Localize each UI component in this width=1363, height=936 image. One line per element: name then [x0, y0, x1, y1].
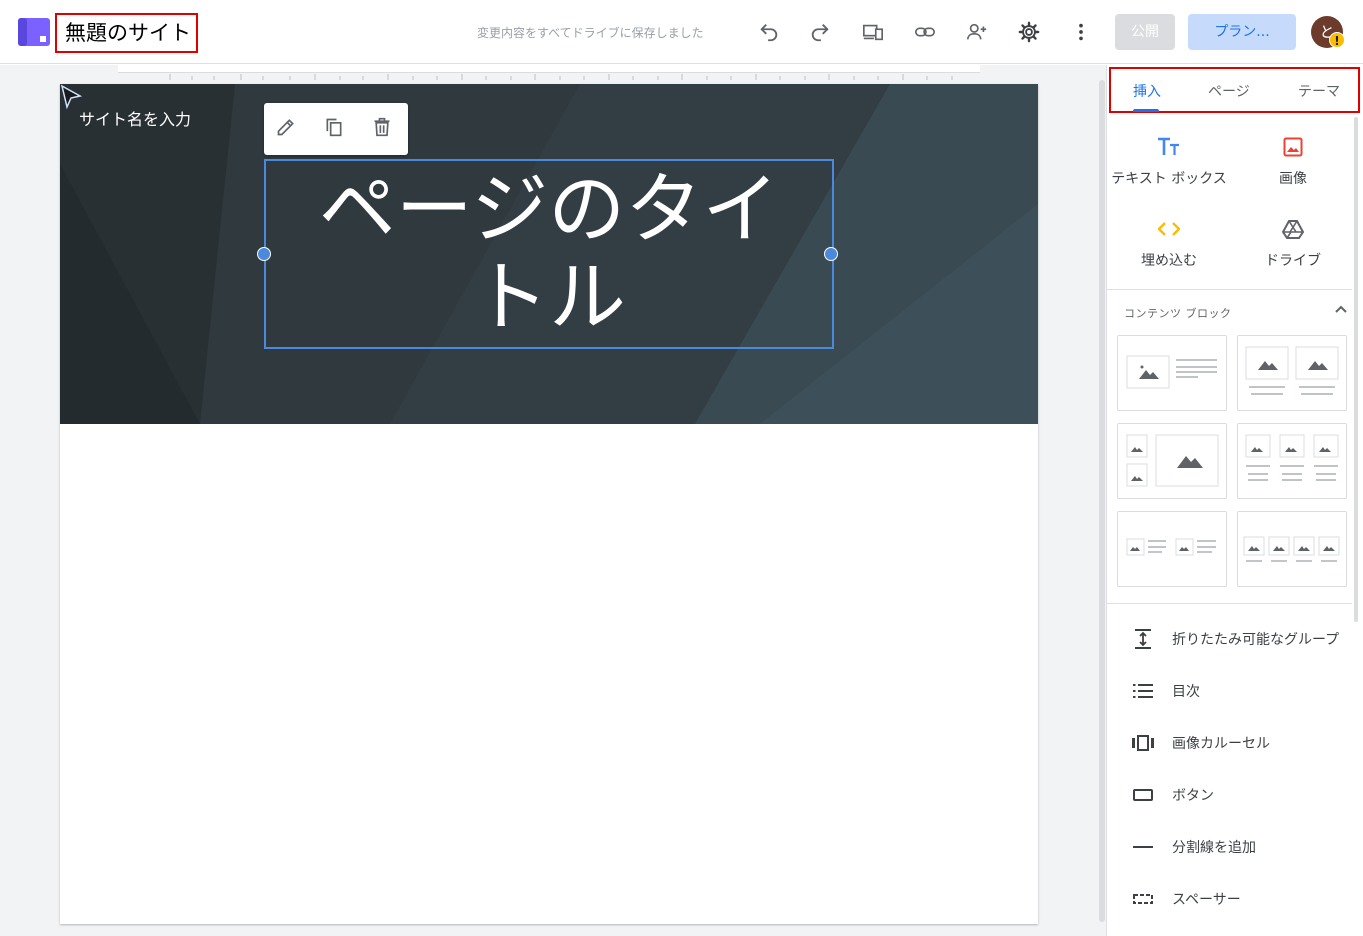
- insert-image-carousel[interactable]: 画像カルーセル: [1107, 717, 1352, 769]
- collapsible-group-icon: [1131, 627, 1155, 651]
- insert-image[interactable]: 画像: [1231, 135, 1355, 199]
- tab-themes[interactable]: テーマ: [1298, 81, 1340, 101]
- insert-drive-label: ドライブ: [1265, 253, 1321, 269]
- mouse-cursor-icon: [60, 84, 82, 110]
- insert-divider[interactable]: 分割線を追加: [1107, 821, 1352, 873]
- active-tab-indicator: [1133, 109, 1159, 112]
- page-title-line-1: ページのタイ: [318, 166, 780, 255]
- embed-icon: [1157, 217, 1181, 241]
- edit-pencil-icon[interactable]: [276, 117, 300, 141]
- content-block-image-text-pairs[interactable]: [1117, 511, 1227, 587]
- top-bar: 無題のサイト 変更内容をすべてドライブに保存しました 公開 プラン... と !: [0, 0, 1363, 64]
- content-block-four-columns[interactable]: [1237, 511, 1347, 587]
- publish-button[interactable]: 公開: [1115, 14, 1175, 50]
- tab-pages[interactable]: ページ: [1208, 81, 1250, 101]
- side-panel: 挿入 ページ テーマ テキスト ボックス 画像 埋め込む ドライブ コンテンツ …: [1106, 65, 1363, 936]
- insert-drive[interactable]: ドライブ: [1231, 217, 1355, 281]
- button-label: ボタン: [1172, 788, 1214, 804]
- page-title[interactable]: ページのタイ トル: [266, 161, 832, 347]
- insert-image-label: 画像: [1279, 171, 1307, 187]
- insert-collapsible-group[interactable]: 折りたたみ可能なグループ: [1107, 613, 1352, 665]
- google-sites-logo-icon[interactable]: [18, 18, 50, 46]
- undo-icon[interactable]: [757, 20, 781, 44]
- panel-divider: [1107, 603, 1352, 604]
- editor-canvas: サイト名を入力 ページのタイ トル: [0, 65, 1098, 936]
- preview-devices-icon[interactable]: [861, 20, 885, 44]
- insert-text-box[interactable]: テキスト ボックス: [1107, 135, 1231, 199]
- collapsible-group-label: 折りたたみ可能なグループ: [1172, 632, 1340, 648]
- spacer-label: スペーサー: [1172, 892, 1241, 908]
- content-blocks-heading: コンテンツ ブロック: [1124, 307, 1232, 320]
- redo-icon[interactable]: [808, 20, 832, 44]
- spacer-icon: [1131, 887, 1155, 911]
- chevron-up-icon[interactable]: [1333, 301, 1349, 317]
- page-title-line-2: トル: [472, 254, 626, 343]
- site-name-input[interactable]: サイト名を入力: [79, 106, 191, 130]
- button-icon: [1131, 783, 1155, 807]
- horizontal-ruler: [118, 65, 980, 80]
- resize-handle-left[interactable]: [257, 247, 271, 261]
- site-page[interactable]: サイト名を入力 ページのタイ トル: [60, 84, 1038, 924]
- header-banner[interactable]: サイト名を入力 ページのタイ トル: [60, 84, 1038, 424]
- text-box-icon: [1157, 135, 1181, 159]
- divider-label: 分割線を追加: [1172, 840, 1256, 856]
- divider-icon: [1131, 835, 1155, 859]
- table-of-contents-icon: [1131, 679, 1155, 703]
- link-icon[interactable]: [913, 20, 937, 44]
- canvas-scrollbar-thumb[interactable]: [1099, 80, 1105, 922]
- share-add-person-icon[interactable]: [965, 20, 989, 44]
- duplicate-icon[interactable]: [324, 117, 348, 141]
- saved-status: 変更内容をすべてドライブに保存しました: [477, 26, 704, 40]
- content-block-image-text[interactable]: [1117, 335, 1227, 411]
- drive-icon: [1281, 217, 1305, 241]
- settings-gear-icon[interactable]: [1017, 20, 1041, 44]
- content-block-two-images[interactable]: [1237, 335, 1347, 411]
- insert-embed-label: 埋め込む: [1141, 253, 1197, 269]
- resize-handle-right[interactable]: [824, 247, 838, 261]
- image-icon: [1281, 135, 1305, 159]
- element-toolbar: [264, 103, 408, 155]
- plan-button[interactable]: プラン...: [1188, 14, 1296, 50]
- page-title-box[interactable]: ページのタイ トル: [264, 159, 834, 349]
- site-title-input[interactable]: 無題のサイト: [55, 13, 198, 53]
- insert-embed[interactable]: 埋め込む: [1107, 217, 1231, 281]
- panel-tabs: 挿入 ページ テーマ: [1109, 67, 1360, 113]
- delete-trash-icon[interactable]: [372, 117, 396, 141]
- tab-insert[interactable]: 挿入: [1133, 81, 1161, 101]
- more-options-icon[interactable]: [1069, 20, 1093, 44]
- panel-divider: [1107, 289, 1352, 290]
- table-of-contents-label: 目次: [1172, 684, 1200, 700]
- insert-spacer[interactable]: スペーサー: [1107, 873, 1352, 925]
- warning-badge-icon: !: [1329, 32, 1345, 48]
- insert-button[interactable]: ボタン: [1107, 769, 1352, 821]
- image-carousel-label: 画像カルーセル: [1172, 736, 1270, 752]
- insert-text-box-label: テキスト ボックス: [1111, 171, 1227, 187]
- insert-table-of-contents[interactable]: 目次: [1107, 665, 1352, 717]
- content-block-three-columns[interactable]: [1237, 423, 1347, 499]
- content-block-image-gallery[interactable]: [1117, 423, 1227, 499]
- image-carousel-icon: [1131, 731, 1155, 755]
